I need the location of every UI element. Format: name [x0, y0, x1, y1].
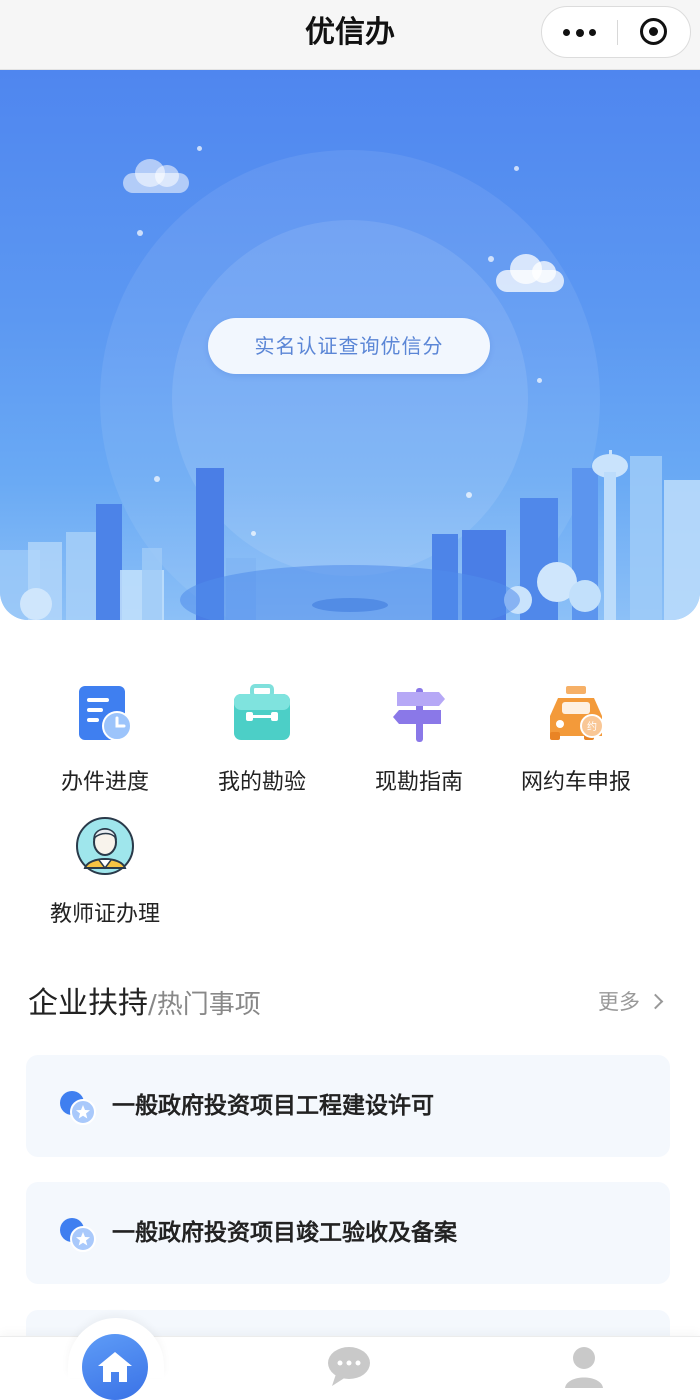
- sparkle: [514, 166, 519, 171]
- chat-bubble-icon: [328, 1347, 370, 1386]
- user-icon: [565, 1347, 603, 1388]
- more-link[interactable]: 更多: [598, 986, 664, 1022]
- list-item[interactable]: 一般政府投资项目工程建设许可: [26, 1055, 670, 1157]
- svg-text:约: 约: [587, 720, 597, 733]
- cloud-right: [496, 254, 564, 292]
- sparkle: [137, 230, 143, 236]
- progress-document-clock-icon: [79, 686, 132, 741]
- target-close-icon[interactable]: [618, 7, 692, 57]
- service-label: 我的勘验: [217, 770, 306, 795]
- service-teacher-certificate[interactable]: 教师证办理: [30, 816, 180, 936]
- list-item[interactable]: 一般政府投资项目竣工验收及备案: [26, 1182, 670, 1284]
- ride-hailing-car-icon: 约: [550, 686, 604, 740]
- tab-profile[interactable]: [561, 1344, 607, 1388]
- signpost-icon: [393, 688, 445, 742]
- sparkle: [537, 378, 542, 383]
- item-label: 一般政府投资项目工程建设许可: [112, 1093, 434, 1119]
- section-title: 企业扶持: [28, 986, 148, 1021]
- chevron-right-icon: [647, 993, 664, 1010]
- tab-home[interactable]: [82, 1334, 148, 1400]
- hero-banner: 实名认证查询优信分: [0, 70, 700, 620]
- ground-pad: [312, 598, 388, 612]
- service-ride-hailing[interactable]: 约 网约车申报: [501, 684, 651, 804]
- badge-star-icon: [60, 1218, 96, 1252]
- badge-star-icon: [60, 1091, 96, 1125]
- service-label: 教师证办理: [49, 902, 160, 927]
- more-label: 更多: [598, 990, 640, 1014]
- section-header: 企业扶持/热门事项: [28, 978, 261, 1022]
- navigation-bar: 优信办: [0, 0, 700, 70]
- sparkle: [488, 256, 494, 262]
- service-my-inspection[interactable]: 我的勘验: [187, 684, 337, 804]
- item-label: 一般政府投资项目竣工验收及备案: [112, 1220, 457, 1246]
- cloud-left: [123, 159, 189, 193]
- verify-identity-button[interactable]: 实名认证查询优信分: [208, 318, 490, 374]
- service-label: 网约车申报: [520, 770, 631, 795]
- toolbox-icon: [234, 684, 290, 740]
- home-icon: [98, 1352, 132, 1382]
- teacher-avatar-icon: [76, 817, 134, 875]
- mini-program-capsule: [541, 6, 691, 58]
- service-label: 现勘指南: [374, 770, 463, 795]
- service-handling-progress[interactable]: 办件进度: [30, 684, 180, 804]
- tab-messages[interactable]: [326, 1344, 372, 1388]
- service-inspection-guide[interactable]: 现勘指南: [344, 684, 494, 804]
- sparkle: [197, 146, 202, 151]
- section-subtitle: /热门事项: [148, 990, 261, 1020]
- more-dots-icon[interactable]: [542, 7, 617, 57]
- service-label: 办件进度: [60, 770, 149, 795]
